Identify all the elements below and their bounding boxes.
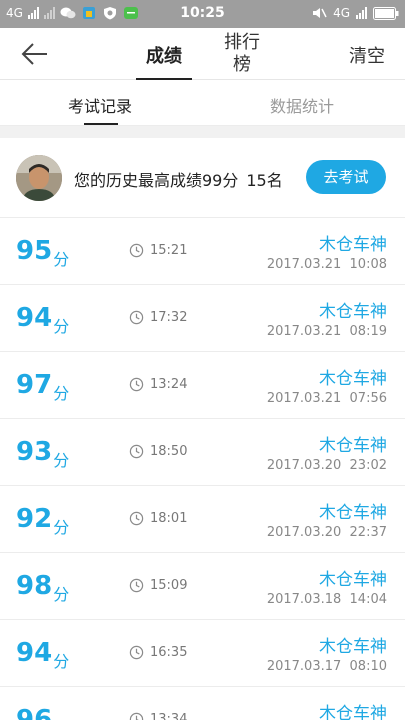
record-user-name: 木仓车神 (319, 302, 387, 322)
network-type-right: 4G (333, 6, 350, 20)
record-score-unit: 分 (53, 585, 70, 604)
nav-bar: 成绩 排行 榜 清空 (0, 28, 405, 80)
avatar (16, 155, 62, 201)
record-date: 2017.03.21 10:08 (266, 257, 387, 272)
record-duration: 18:01 (150, 511, 188, 526)
record-date: 2017.03.18 14:04 (266, 592, 387, 607)
record-user-name: 木仓车神 (319, 436, 387, 456)
record-duration: 15:21 (150, 243, 188, 258)
record-duration: 13:24 (150, 377, 188, 392)
sub-tabs: 考试记录 数据统计 (0, 80, 405, 126)
record-score-unit: 分 (53, 451, 70, 470)
record-score-unit: 分 (53, 715, 69, 720)
record-score-unit: 分 (53, 652, 70, 671)
record-row[interactable]: 97 分 13:24 木仓车神 2017.03.21 07:56 (0, 352, 405, 419)
tab-score[interactable]: 成绩 (136, 42, 192, 68)
back-arrow-icon[interactable] (20, 40, 50, 68)
clock-icon (129, 578, 144, 593)
tab-exam-records[interactable]: 考试记录 (68, 93, 132, 117)
record-user-name: 木仓车神 (319, 369, 387, 389)
record-score-unit: 分 (53, 384, 70, 403)
best-score-text: 您的历史最高成绩99分 15名 (74, 167, 291, 191)
record-row[interactable]: 98 分 15:09 木仓车神 2017.03.18 14:04 (0, 553, 405, 620)
record-score: 94 (16, 638, 53, 668)
rank-label: 15名 (246, 171, 283, 190)
record-date: 2017.03.21 08:19 (266, 324, 387, 339)
record-user-name: 木仓车神 (319, 503, 387, 523)
clock-icon (129, 444, 144, 459)
record-score: 92 (16, 504, 53, 534)
clock-icon (129, 310, 144, 325)
record-duration: 16:35 (150, 645, 188, 660)
mute-icon (313, 8, 327, 18)
record-row[interactable]: 94 分 17:32 木仓车神 2017.03.21 08:19 (0, 285, 405, 352)
record-user-name: 木仓车神 (319, 235, 387, 255)
signal-strength-icon (356, 7, 367, 19)
tab-ranking-line1: 排行 (224, 32, 260, 53)
record-score: 97 (16, 370, 53, 400)
tab-exam-records-indicator (84, 123, 118, 125)
record-row[interactable]: 96分 13:34 木仓车神 (0, 687, 405, 720)
best-score-summary: 您的历史最高成绩99分 15名 去考试 (0, 138, 405, 218)
record-user-name: 木仓车神 (319, 637, 387, 657)
record-score-unit: 分 (53, 250, 70, 269)
best-score-label: 您的历史最高成绩99分 (74, 171, 239, 190)
record-duration: 17:32 (150, 310, 188, 325)
record-duration: 13:34 (150, 712, 188, 720)
clock-icon (129, 712, 144, 720)
record-score: 93 (16, 437, 53, 467)
record-score: 95 (16, 236, 53, 266)
record-duration: 18:50 (150, 444, 188, 459)
tab-statistics[interactable]: 数据统计 (270, 93, 334, 117)
record-date: 2017.03.20 22:37 (266, 525, 387, 540)
record-date: 2017.03.21 07:56 (266, 391, 387, 406)
clock-icon (129, 377, 144, 392)
section-divider (0, 126, 405, 138)
status-right: 4G (311, 6, 399, 20)
record-date: 2017.03.20 23:02 (266, 458, 387, 473)
record-score-unit: 分 (53, 518, 70, 537)
record-row[interactable]: 92 分 18:01 木仓车神 2017.03.20 22:37 (0, 486, 405, 553)
tab-ranking-line2: 榜 (233, 54, 251, 75)
record-duration: 15:09 (150, 578, 188, 593)
clock-icon (129, 243, 144, 258)
record-row[interactable]: 94 分 16:35 木仓车神 2017.03.17 08:10 (0, 620, 405, 687)
start-exam-button[interactable]: 去考试 (306, 160, 386, 194)
clear-button[interactable]: 清空 (349, 42, 385, 68)
record-user-name: 木仓车神 (319, 704, 387, 720)
clock-icon (129, 511, 144, 526)
record-score: 94 (16, 303, 53, 333)
battery-icon (373, 6, 399, 20)
status-bar: 4G 10:25 4G (0, 0, 405, 28)
record-score: 96 (16, 705, 53, 720)
record-user-name: 木仓车神 (319, 570, 387, 590)
record-score-unit: 分 (53, 317, 70, 336)
record-row[interactable]: 93 分 18:50 木仓车神 2017.03.20 23:02 (0, 419, 405, 486)
clock-icon (129, 645, 144, 660)
record-score: 98 (16, 571, 53, 601)
tab-ranking[interactable]: 排行 榜 (220, 32, 264, 76)
exam-record-list: 95 分 15:21 木仓车神 2017.03.21 10:08 94 分 17:32 木仓车神… (0, 218, 405, 720)
record-date: 2017.03.17 08:10 (266, 659, 387, 674)
record-row[interactable]: 95 分 15:21 木仓车神 2017.03.21 10:08 (0, 218, 405, 285)
